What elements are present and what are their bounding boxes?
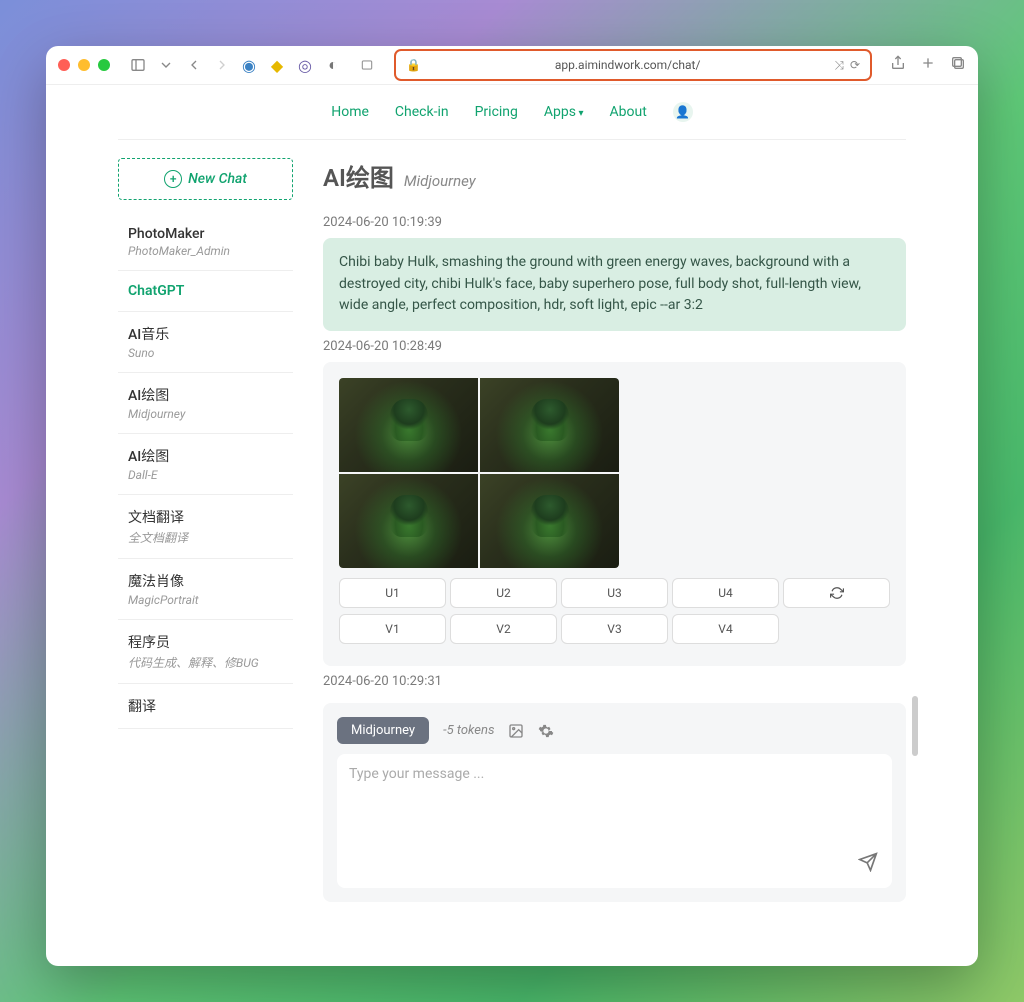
nav-about[interactable]: About xyxy=(610,104,647,120)
maximize-window-button[interactable] xyxy=(98,59,110,71)
sidebar-item-title: 翻译 xyxy=(128,696,283,716)
input-area: Midjourney -5 tokens Type your message .… xyxy=(323,703,906,902)
lock-icon: 🔒 xyxy=(406,58,421,72)
message-input[interactable]: Type your message ... xyxy=(337,754,892,888)
new-chat-label: New Chat xyxy=(188,171,247,187)
timestamp: 2024-06-20 10:29:31 xyxy=(323,674,906,689)
back-button[interactable] xyxy=(184,55,204,75)
sidebar-item-subtitle: MagicPortrait xyxy=(128,593,283,607)
send-button[interactable] xyxy=(858,852,878,876)
sidebar-item-title: AI绘图 xyxy=(128,446,283,466)
new-tab-icon[interactable] xyxy=(920,55,936,75)
scrollbar[interactable] xyxy=(912,696,918,756)
top-nav: Home Check-in Pricing Apps About 👤 xyxy=(46,85,978,139)
nav-checkin[interactable]: Check-in xyxy=(395,104,449,120)
sidebar-item-subtitle: 代码生成、解释、修BUG xyxy=(128,654,283,671)
timestamp: 2024-06-20 10:28:49 xyxy=(323,339,906,354)
main-content: AI绘图 Midjourney 2024-06-20 10:19:39 Chib… xyxy=(323,158,906,966)
variation-buttons: V1 V2 V3 V4 xyxy=(339,614,890,644)
sidebar-item[interactable]: 文档翻译全文档翻译 xyxy=(118,495,293,559)
forward-button[interactable] xyxy=(212,55,232,75)
ext-icon[interactable]: ◐ xyxy=(324,56,342,74)
sidebar-item-subtitle: Suno xyxy=(128,346,283,360)
u3-button[interactable]: U3 xyxy=(561,578,668,608)
traffic-lights xyxy=(58,59,110,71)
url-text: app.aimindwork.com/chat/ xyxy=(427,58,828,72)
image-upload-icon[interactable] xyxy=(508,723,524,739)
generated-image[interactable] xyxy=(339,378,478,472)
model-chip[interactable]: Midjourney xyxy=(337,717,429,744)
sidebar-item-subtitle: 全文档翻译 xyxy=(128,529,283,546)
u2-button[interactable]: U2 xyxy=(450,578,557,608)
sidebar-item-subtitle: Dall-E xyxy=(128,468,283,482)
page-title: AI绘图 xyxy=(323,158,394,193)
ext-icon[interactable]: ◉ xyxy=(240,56,258,74)
v1-button[interactable]: V1 xyxy=(339,614,446,644)
user-avatar-icon[interactable]: 👤 xyxy=(673,102,693,122)
sidebar-item-title: AI音乐 xyxy=(128,324,283,344)
upscale-buttons: U1 U2 U3 U4 xyxy=(339,578,890,608)
message-placeholder: Type your message ... xyxy=(349,766,484,782)
u4-button[interactable]: U4 xyxy=(672,578,779,608)
sidebar-item[interactable]: 程序员代码生成、解释、修BUG xyxy=(118,620,293,684)
token-cost: -5 tokens xyxy=(443,723,494,738)
generated-image-grid[interactable] xyxy=(339,378,619,568)
nav-pricing[interactable]: Pricing xyxy=(475,104,518,120)
nav-home[interactable]: Home xyxy=(331,104,369,120)
sidebar-item[interactable]: 翻译 xyxy=(118,684,293,729)
generated-image[interactable] xyxy=(480,378,619,472)
sidebar-item[interactable]: 魔法肖像 MagicPortrait xyxy=(118,559,293,620)
sidebar-item[interactable]: AI音乐 Suno xyxy=(118,312,293,373)
dropdown-chevron-icon[interactable] xyxy=(156,55,176,75)
timestamp: 2024-06-20 10:19:39 xyxy=(323,215,906,230)
sidebar-item[interactable]: PhotoMaker PhotoMaker_Admin xyxy=(118,214,293,271)
sidebar-item-subtitle: PhotoMaker_Admin xyxy=(128,244,283,258)
ext-icon[interactable]: ◆ xyxy=(268,56,286,74)
ext-icon[interactable]: ◎ xyxy=(296,56,314,74)
user-prompt-message: Chibi baby Hulk, smashing the ground wit… xyxy=(323,238,906,331)
v2-button[interactable]: V2 xyxy=(450,614,557,644)
v4-button[interactable]: V4 xyxy=(672,614,779,644)
tabs-overview-icon[interactable] xyxy=(950,55,966,75)
v3-button[interactable]: V3 xyxy=(561,614,668,644)
sidebar-item-title: AI绘图 xyxy=(128,385,283,405)
extension-icons: ◉ ◆ ◎ ◐ xyxy=(240,56,376,74)
sidebar-item-title: 文档翻译 xyxy=(128,507,283,527)
titlebar: ◉ ◆ ◎ ◐ 🔒 app.aimindwork.com/chat/ ⤨ ⟳ xyxy=(46,46,978,85)
plus-icon: + xyxy=(164,170,182,188)
sidebar-item-title: ChatGPT xyxy=(128,283,283,299)
reroll-button[interactable] xyxy=(783,578,890,608)
browser-window: ◉ ◆ ◎ ◐ 🔒 app.aimindwork.com/chat/ ⤨ ⟳ H… xyxy=(46,46,978,966)
sidebar-item-title: PhotoMaker xyxy=(128,226,283,242)
sidebar-item[interactable]: AI绘图 Dall-E xyxy=(118,434,293,495)
generated-image[interactable] xyxy=(480,474,619,568)
share-icon[interactable] xyxy=(890,55,906,75)
sidebar-toggle-icon[interactable] xyxy=(128,55,148,75)
url-actions: ⤨ ⟳ xyxy=(834,58,860,73)
reader-icon[interactable] xyxy=(358,56,376,74)
url-bar[interactable]: 🔒 app.aimindwork.com/chat/ ⤨ ⟳ xyxy=(394,49,872,81)
sidebar-item-subtitle: Midjourney xyxy=(128,407,283,421)
settings-icon[interactable] xyxy=(538,723,554,739)
sidebar-item[interactable]: ChatGPT xyxy=(118,271,293,312)
sidebar-item-title: 程序员 xyxy=(128,632,283,652)
page-subtitle: Midjourney xyxy=(404,172,476,190)
close-window-button[interactable] xyxy=(58,59,70,71)
minimize-window-button[interactable] xyxy=(78,59,90,71)
generated-image[interactable] xyxy=(339,474,478,568)
reload-icon[interactable]: ⟳ xyxy=(850,58,860,73)
sidebar-item-title: 魔法肖像 xyxy=(128,571,283,591)
sidebar-item[interactable]: AI绘图 Midjourney xyxy=(118,373,293,434)
translate-icon[interactable]: ⤨ xyxy=(834,58,844,73)
u1-button[interactable]: U1 xyxy=(339,578,446,608)
sidebar: + New Chat PhotoMaker PhotoMaker_Admin Cha… xyxy=(118,158,293,966)
nav-apps[interactable]: Apps xyxy=(544,104,584,120)
new-chat-button[interactable]: + New Chat xyxy=(118,158,293,200)
result-card: U1 U2 U3 U4 V1 V2 V3 V4 xyxy=(323,362,906,666)
